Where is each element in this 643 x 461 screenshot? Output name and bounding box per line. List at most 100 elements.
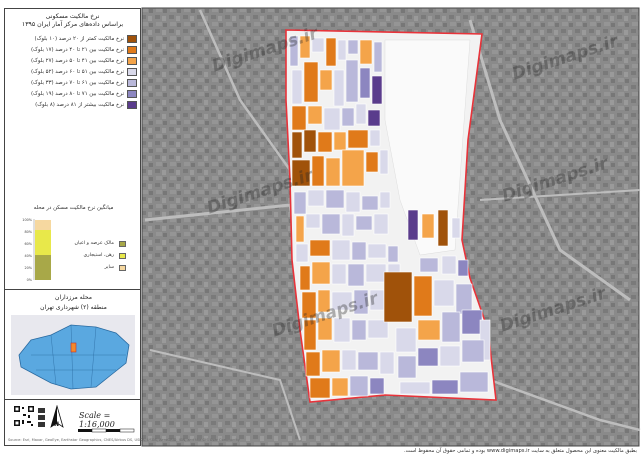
block-polygon: [379, 149, 389, 175]
legend-item: نرخ مالکیت بین ۵۱ تا ۶۰ درصد (۵۲ بلوک): [13, 68, 137, 77]
block-polygon: [303, 61, 319, 103]
legend-label: نرخ مالکیت بین ۷۱ تا ۸۰ درصد (۱۹ بلوک): [30, 91, 124, 97]
block-polygon: [355, 215, 373, 231]
block-polygon: [437, 209, 449, 247]
block-polygon: [303, 129, 317, 153]
block-polygon: [333, 131, 347, 151]
block-polygon: [345, 191, 361, 213]
north-label: N: [54, 421, 60, 428]
block-polygon: [459, 371, 489, 393]
bar-segment-owner: [35, 255, 51, 280]
section-divider: [5, 399, 140, 400]
block-polygon: [421, 213, 435, 239]
legend-label: نرخ مالکیت بین ۴۱ تا ۵۰ درصد (۲۷ بلوک): [30, 58, 124, 64]
block-polygon: [369, 377, 385, 395]
legend-item: نرخ مالکیت بین ۷۱ تا ۸۰ درصد (۱۹ بلوک): [13, 90, 137, 99]
block-polygon: [289, 35, 299, 67]
block-polygon: [331, 239, 351, 261]
block-polygon: [417, 347, 439, 367]
block-polygon: [387, 245, 399, 263]
block-polygon: [347, 129, 369, 149]
block-polygon: [347, 263, 365, 287]
block-polygon: [317, 131, 333, 153]
block-polygon: [365, 263, 387, 283]
block-polygon: [353, 289, 369, 315]
block-polygon: [323, 107, 341, 131]
block-polygon: [301, 291, 317, 319]
block-polygon: [299, 35, 311, 59]
block-polygon: [359, 39, 373, 65]
legend-swatch: [127, 68, 137, 76]
block-polygon: [369, 129, 381, 147]
qr-code: [13, 405, 35, 427]
block-polygon: [349, 375, 369, 397]
legend-subtitle: براساس داده‌های مرکز آمار ایران ۱۳۹۵: [21, 21, 124, 28]
block-polygon: [307, 189, 325, 207]
legend-item: نرخ مالکیت کمتر از ۲۰ درصد (۱۰ بلوک): [13, 35, 137, 44]
legend-swatch: [127, 79, 137, 87]
block-polygon: [379, 191, 391, 209]
block-polygon: [383, 271, 413, 323]
block-polygon: [461, 309, 483, 335]
block-polygon: [331, 291, 353, 311]
block-polygon: [441, 255, 457, 275]
block-polygon: [367, 243, 387, 259]
tehran-locator-map: [11, 315, 135, 395]
block-polygon: [347, 39, 359, 55]
block-polygon: [365, 151, 379, 173]
block-polygon: [359, 67, 371, 99]
block-polygon: [303, 319, 317, 351]
social-icons: [38, 408, 45, 427]
legend-item: نرخ مالکیت بین ۲۱ تا ۴۰ درصد (۱۷ بلوک): [13, 46, 137, 55]
bar-legend-label: رهن، استیجاری: [83, 253, 114, 258]
block-polygon: [319, 69, 333, 91]
legend-label: نرخ مالکیت بیشتر از ۸۱ درصد (۸ بلوک): [35, 102, 124, 108]
block-polygon: [373, 213, 389, 235]
block-polygon: [331, 377, 349, 397]
tick-label: 40%: [24, 254, 32, 258]
tick-label: 100%: [22, 218, 32, 222]
bar-legend-swatch: [119, 265, 126, 271]
block-polygon: [295, 243, 309, 263]
block-polygon: [331, 263, 347, 285]
block-polygon: [311, 155, 325, 187]
block-polygon: [337, 39, 347, 61]
bar-chart-ticks: 100% 80% 60% 40% 20% 0%: [22, 218, 32, 282]
legend-swatch: [127, 35, 137, 43]
tick-label: 0%: [27, 278, 33, 282]
imagery-credits: Source: Esri, Maxar, GeoEye, Earthstar G…: [8, 438, 240, 442]
block-polygon: [351, 319, 367, 341]
block-polygon: [291, 69, 303, 105]
block-polygon: [309, 239, 331, 257]
block-polygon: [309, 377, 331, 399]
legend-item: نرخ مالکیت بین ۶۱ تا ۷۰ درصد (۳۳ بلوک): [13, 79, 137, 88]
block-polygon: [305, 213, 321, 229]
legend-swatch: [127, 46, 137, 54]
block-polygon: [341, 349, 357, 371]
block-polygon: [369, 289, 385, 311]
block-polygon: [455, 283, 473, 315]
block-polygon: [433, 279, 455, 307]
block-polygon: [341, 149, 365, 187]
legend-item: نرخ مالکیت بین ۴۱ تا ۵۰ درصد (۲۷ بلوک): [13, 57, 137, 66]
block-polygon: [291, 105, 307, 131]
locator-subtitle: منطقه (۲) شهرداری تهران: [40, 304, 107, 311]
bar-legend-label: سایر: [104, 265, 114, 270]
block-polygon: [321, 349, 341, 373]
block-polygon: [293, 191, 307, 215]
block-polygon: [451, 217, 461, 239]
block-polygon: [295, 215, 305, 243]
scale-bar: [78, 428, 135, 433]
legend-swatch: [127, 57, 137, 65]
block-polygon: [355, 103, 367, 125]
neighborhood-marker: [70, 342, 77, 353]
block-polygon: [397, 355, 417, 379]
legend-label: نرخ مالکیت بین ۵۱ تا ۶۰ درصد (۵۲ بلوک): [30, 69, 124, 75]
block-polygon: [311, 37, 325, 53]
tick-label: 20%: [24, 266, 32, 270]
bar-segment-other: [35, 220, 51, 230]
block-polygon: [325, 189, 345, 209]
legend-label: نرخ مالکیت کمتر از ۲۰ درصد (۱۰ بلوک): [34, 36, 124, 42]
block-polygon: [341, 213, 355, 237]
block-polygon: [333, 317, 351, 343]
